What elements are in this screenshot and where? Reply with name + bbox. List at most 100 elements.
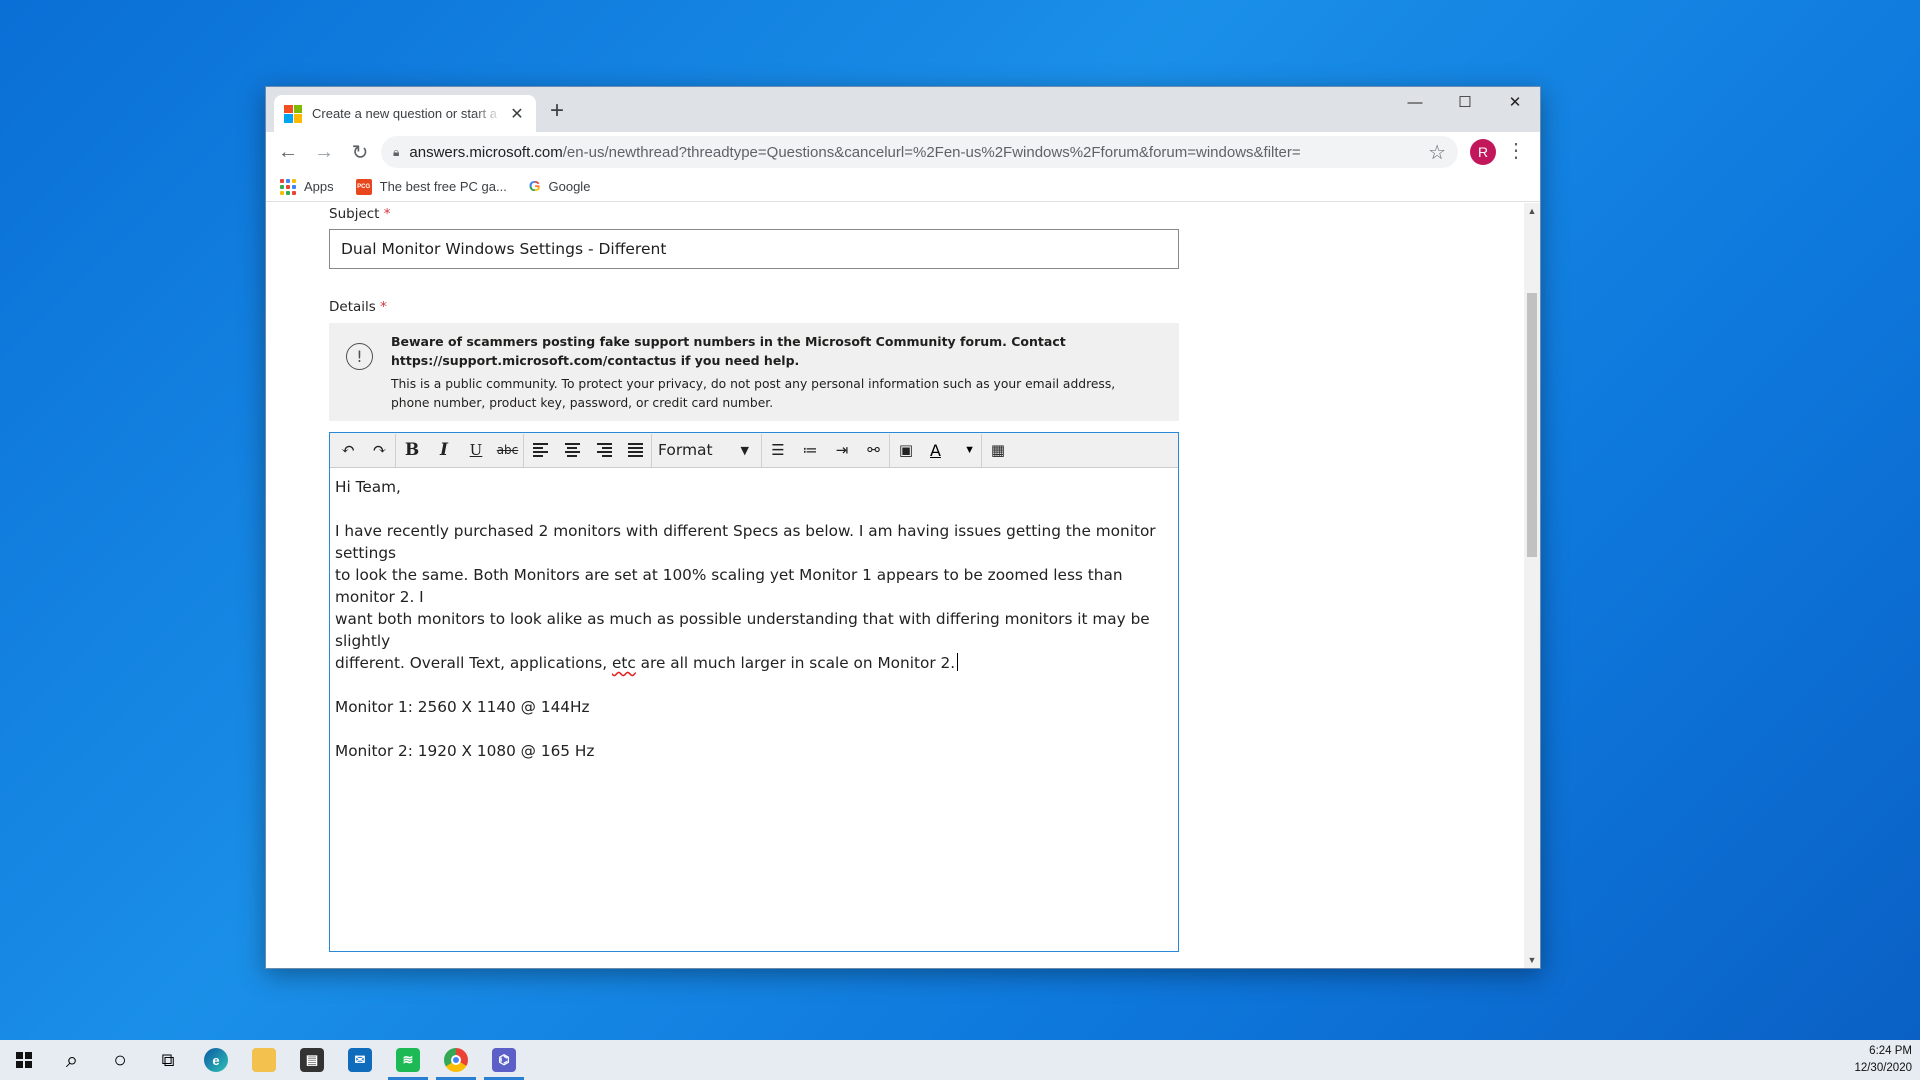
browser-toolbar: ← → ↻ 🔒︎ answers.microsoft.com/en-us/new… [266,132,1540,172]
apps-grid-icon [280,178,296,195]
start-button[interactable] [0,1040,48,1080]
tab-close-icon[interactable]: ✕ [508,104,526,124]
bookmark-star-icon[interactable]: ☆ [1428,140,1446,165]
gamepad-icon: ⌬ [492,1048,516,1072]
bookmark-label: Google [548,179,591,194]
mail-icon: ✉ [348,1048,372,1072]
notice-text-line-2: phone number, product key, password, or … [391,396,774,410]
details-label: Details * [329,299,387,315]
mail-taskbar-icon[interactable]: ✉ [336,1040,384,1080]
pcgamer-icon: PCG [355,178,372,195]
page-scrollbar[interactable]: ▲ ▼ [1524,203,1540,968]
align-justify-icon[interactable] [620,433,652,467]
chrome-icon [444,1048,468,1072]
format-dropdown-label: Format [658,441,713,459]
insert-table-icon[interactable]: ▦ [982,434,1014,467]
edge-icon: e [204,1048,228,1072]
url-text[interactable]: answers.microsoft.com/en-us/newthread?th… [409,144,1428,161]
cortana-icon[interactable]: ○ [96,1040,144,1080]
file-explorer-taskbar-icon[interactable] [240,1040,288,1080]
profile-avatar[interactable]: R [1470,139,1496,165]
align-right-icon[interactable] [588,434,620,467]
back-arrow-icon[interactable]: ← [270,136,306,168]
clock-date: 12/30/2020 [1854,1062,1912,1074]
redo-icon[interactable]: ↷ [364,433,396,467]
browser-menu-icon[interactable]: ⋮ [1506,138,1526,163]
indent-icon[interactable]: ⇥ [826,434,858,467]
bold-button[interactable]: B [396,434,428,467]
link-icon[interactable]: ⚯ [858,433,890,467]
microsoft-logo-icon [284,104,302,123]
align-center-icon[interactable] [556,434,588,467]
search-icon[interactable]: ⌕ [48,1040,96,1080]
close-window-button[interactable]: ✕ [1490,87,1540,117]
subject-input[interactable]: Dual Monitor Windows Settings - Differen… [329,229,1179,269]
underline-button[interactable]: U [460,434,492,467]
lock-icon[interactable]: 🔒︎ [393,145,399,160]
scrollbar-thumb[interactable] [1527,293,1537,557]
bookmark-label: Apps [304,179,334,194]
bookmark-google[interactable]: G Google [529,178,591,195]
font-color-dropdown[interactable]: A ▼ [922,433,982,467]
bookmarks-bar: Apps PCG The best free PC ga... G Google [266,172,1540,202]
body-greeting: Hi Team, [335,478,401,496]
new-tab-button[interactable]: + [550,99,564,123]
body-monitor-1: Monitor 1: 2560 X 1140 @ 144Hz [335,698,590,716]
tab-new-question[interactable]: Create a new question or start a discuss… [274,95,536,132]
body-line-1: I have recently purchased 2 monitors wit… [335,522,1156,562]
store-taskbar-icon[interactable]: ▤ [288,1040,336,1080]
bulleted-list-icon[interactable]: ☰ [762,434,794,467]
windows-taskbar: ⌕ ○ ⧉ e ▤ ✉ ≋ ⌬ 6:24 PM 12/30/2020 [0,1040,1920,1080]
editor-content[interactable]: Hi Team, I have recently purchased 2 mon… [330,468,1178,770]
insert-image-icon[interactable]: ▣ [890,434,922,467]
format-dropdown[interactable]: Format ▼ [652,433,762,467]
reload-icon[interactable]: ↻ [342,136,378,168]
windows-logo-icon [16,1052,32,1068]
spotify-icon: ≋ [396,1048,420,1072]
system-clock[interactable]: 6:24 PM 12/30/2020 [1854,1043,1912,1077]
clock-time: 6:24 PM [1869,1045,1912,1057]
window-controls: — ☐ ✕ [1390,87,1540,117]
minimize-button[interactable]: — [1390,87,1440,117]
bookmark-apps[interactable]: Apps [280,178,334,195]
italic-button[interactable]: I [428,434,460,467]
chevron-down-icon: ▼ [740,443,749,457]
spotify-taskbar-icon[interactable]: ≋ [384,1040,432,1080]
bookmark-label: The best free PC ga... [379,179,507,194]
notice-bold-line-1: Beware of scammers posting fake support … [391,334,1066,349]
bookmark-pcgamer[interactable]: PCG The best free PC ga... [355,178,507,195]
body-monitor-2: Monitor 2: 1920 X 1080 @ 165 Hz [335,742,595,760]
browser-window: Create a new question or start a discuss… [265,86,1541,969]
body-line-2: to look the same. Both Monitors are set … [335,566,1123,606]
task-view-icon[interactable]: ⧉ [144,1040,192,1080]
notice-text-line-1: This is a public community. To protect y… [391,377,1116,391]
align-left-icon[interactable] [524,434,556,467]
forward-arrow-icon[interactable]: → [306,136,342,168]
tab-title: Create a new question or start a discuss… [312,106,502,121]
edge-taskbar-icon[interactable]: e [192,1040,240,1080]
folder-icon [252,1048,276,1072]
scroll-down-icon[interactable]: ▼ [1524,952,1540,968]
spelling-error: etc [611,654,636,672]
numbered-list-icon[interactable]: ≔ [794,434,826,467]
editor-toolbar: ↶ ↷ B I U abc Format ▼ ☰ ≔ ⇥ ⚯ ▣ A ▼ ▦ [330,433,1178,468]
subject-label: Subject * [329,206,391,222]
chevron-down-icon: ▼ [964,444,975,456]
undo-icon[interactable]: ↶ [332,434,364,467]
notice-bold-line-2: https://support.microsoft.com/contactus … [391,353,800,368]
body-line-4: different. Overall Text, applications, e… [335,652,1173,674]
chrome-taskbar-icon[interactable] [432,1040,480,1080]
store-bag-icon: ▤ [300,1048,324,1072]
scroll-up-icon[interactable]: ▲ [1524,203,1540,219]
strikethrough-button[interactable]: abc [492,433,524,467]
scam-warning-notice: ! Beware of scammers posting fake suppor… [329,323,1179,421]
page-content: Subject * Dual Monitor Windows Settings … [266,203,1524,968]
text-cursor [957,653,959,671]
tab-strip: Create a new question or start a discuss… [266,87,1540,132]
address-bar[interactable]: 🔒︎ answers.microsoft.com/en-us/newthread… [381,136,1458,168]
font-color-icon: A [930,440,941,460]
info-exclamation-icon: ! [346,343,373,370]
maximize-button[interactable]: ☐ [1440,87,1490,117]
body-line-3: want both monitors to look alike as much… [335,610,1150,650]
game-bar-taskbar-icon[interactable]: ⌬ [480,1040,528,1080]
